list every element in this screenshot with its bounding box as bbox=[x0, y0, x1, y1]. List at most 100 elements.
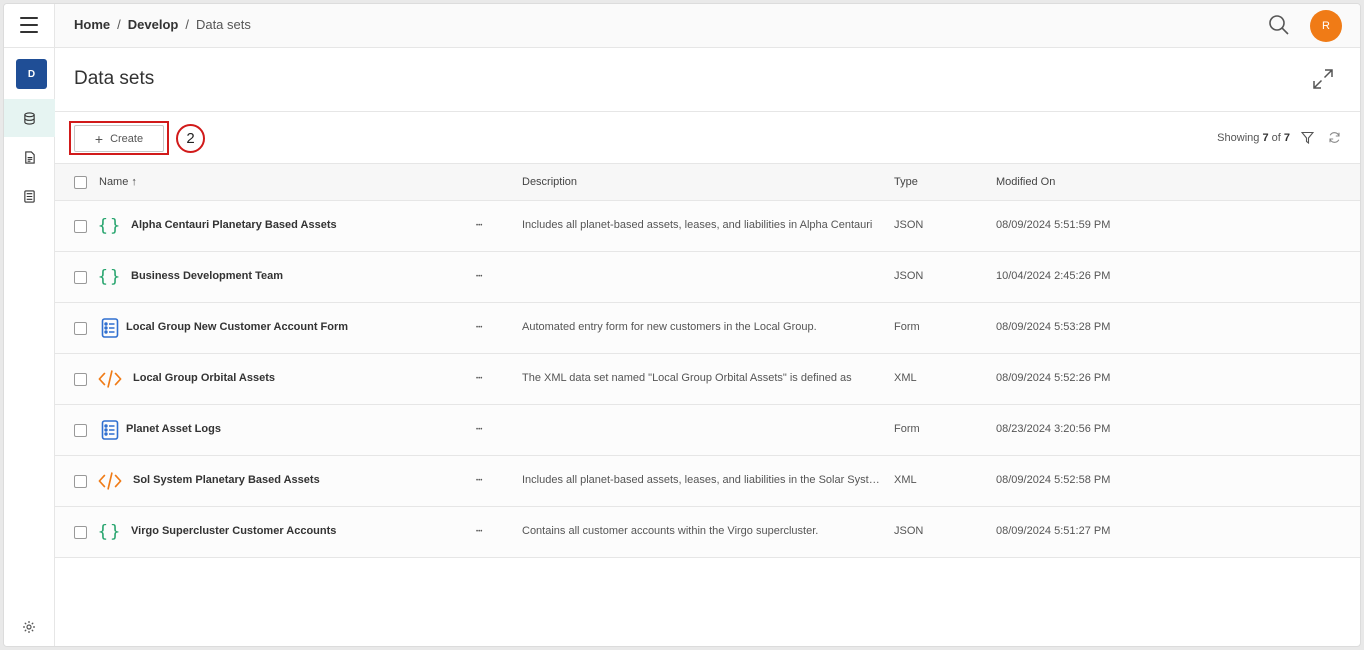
data-set-modified: 08/09/2024 5:53:28 PM bbox=[996, 321, 1111, 333]
data-set-modified: 10/04/2024 2:45:26 PM bbox=[996, 270, 1111, 282]
workspace-badge[interactable]: D bbox=[16, 59, 47, 89]
table-body: {} Alpha Centauri Planetary Based Assets •… bbox=[55, 201, 1360, 558]
data-set-type: JSON bbox=[894, 270, 924, 282]
row-checkbox[interactable] bbox=[74, 271, 87, 284]
sidebar-item-data-sets[interactable] bbox=[4, 99, 55, 137]
data-set-name[interactable]: Virgo Supercluster Customer Accounts bbox=[131, 525, 336, 537]
breadcrumb-current: Data sets bbox=[195, 17, 251, 32]
data-set-name[interactable]: Sol System Planetary Based Assets bbox=[133, 474, 320, 486]
breadcrumb: Home / Develop / Data sets bbox=[74, 17, 251, 32]
more-options-icon[interactable]: ••• bbox=[476, 325, 482, 331]
table-row[interactable]: Sol System Planetary Based Assets ••• Incl… bbox=[55, 456, 1360, 507]
column-header-name[interactable]: Name ↑ bbox=[99, 176, 137, 188]
avatar[interactable]: R bbox=[1310, 10, 1342, 42]
more-options-icon[interactable]: ••• bbox=[476, 274, 482, 280]
type-icon-wrapper: {} bbox=[98, 266, 122, 288]
refresh-icon[interactable] bbox=[1328, 131, 1341, 144]
more-options-icon[interactable]: ••• bbox=[476, 223, 482, 229]
sort-ascending-icon: ↑ bbox=[131, 176, 137, 188]
data-set-description: Includes all planet-based assets, leases… bbox=[522, 474, 882, 486]
sidebar: D bbox=[4, 4, 55, 646]
row-checkbox[interactable] bbox=[74, 526, 87, 539]
data-set-name[interactable]: Alpha Centauri Planetary Based Assets bbox=[131, 219, 337, 231]
type-icon-wrapper bbox=[98, 470, 122, 492]
plus-icon: + bbox=[94, 130, 104, 147]
data-set-name[interactable]: Local Group Orbital Assets bbox=[133, 372, 275, 384]
expand-icon[interactable] bbox=[1312, 68, 1334, 90]
json-icon: {} bbox=[97, 521, 123, 542]
report-icon bbox=[25, 150, 35, 164]
data-set-name[interactable]: Planet Asset Logs bbox=[126, 423, 221, 435]
toolbar: + Create 2 Showing 7 of 7 bbox=[55, 112, 1360, 164]
data-sets-table: Name ↑ Description Type Modified On {} Al… bbox=[55, 164, 1360, 558]
type-icon-wrapper bbox=[98, 317, 122, 339]
more-options-icon[interactable]: ••• bbox=[476, 478, 482, 484]
table-row[interactable]: {} Alpha Centauri Planetary Based Assets •… bbox=[55, 201, 1360, 252]
data-set-name[interactable]: Business Development Team bbox=[131, 270, 283, 282]
data-set-modified: 08/23/2024 3:20:56 PM bbox=[996, 423, 1111, 435]
row-checkbox[interactable] bbox=[74, 322, 87, 335]
xml-icon bbox=[98, 472, 122, 490]
showing-total: 7 bbox=[1283, 132, 1290, 144]
page-title: Data sets bbox=[74, 68, 155, 89]
filter-icon[interactable] bbox=[1301, 131, 1314, 144]
data-set-type: JSON bbox=[894, 525, 924, 537]
data-set-type: XML bbox=[894, 474, 917, 486]
more-options-icon[interactable]: ••• bbox=[476, 376, 482, 382]
settings-icon[interactable] bbox=[22, 620, 36, 634]
table-row[interactable]: Planet Asset Logs ••• Form 08/23/2024 3:20:… bbox=[55, 405, 1360, 456]
data-set-description: Includes all planet-based assets, leases… bbox=[522, 219, 873, 231]
search-icon[interactable] bbox=[1268, 14, 1290, 36]
column-header-modified[interactable]: Modified On bbox=[996, 176, 1055, 188]
showing-of: of bbox=[1271, 132, 1281, 144]
showing-visible: 7 bbox=[1262, 132, 1269, 144]
more-options-icon[interactable]: ••• bbox=[476, 427, 482, 433]
column-header-type[interactable]: Type bbox=[894, 176, 918, 188]
breadcrumb-separator: / bbox=[185, 17, 189, 32]
top-bar: Home / Develop / Data sets R bbox=[55, 4, 1360, 48]
sidebar-item-reports[interactable] bbox=[4, 138, 55, 176]
data-set-type: XML bbox=[894, 372, 917, 384]
create-label: Create bbox=[110, 132, 144, 145]
create-button[interactable]: + Create bbox=[74, 125, 164, 152]
form-icon bbox=[101, 420, 119, 440]
select-all-checkbox[interactable] bbox=[74, 176, 87, 189]
sidebar-divider bbox=[4, 47, 55, 48]
table-row[interactable]: {} Virgo Supercluster Customer Accounts ••… bbox=[55, 507, 1360, 558]
table-row[interactable]: {} Business Development Team ••• JSON 10/04/… bbox=[55, 252, 1360, 303]
column-header-description[interactable]: Description bbox=[522, 176, 577, 188]
data-set-modified: 08/09/2024 5:52:26 PM bbox=[996, 372, 1111, 384]
table-header: Name ↑ Description Type Modified On bbox=[55, 164, 1360, 201]
data-set-description: The XML data set named "Local Group Orbi… bbox=[522, 372, 852, 384]
type-icon-wrapper bbox=[98, 419, 122, 441]
app-window: D Home / Develop / Data sets R Data sets… bbox=[3, 3, 1361, 647]
row-checkbox[interactable] bbox=[74, 424, 87, 437]
title-bar: Data sets bbox=[55, 48, 1360, 112]
sidebar-item-forms[interactable] bbox=[4, 177, 55, 215]
data-set-name[interactable]: Local Group New Customer Account Form bbox=[126, 321, 348, 333]
row-checkbox[interactable] bbox=[74, 373, 87, 386]
data-set-modified: 08/09/2024 5:51:59 PM bbox=[996, 219, 1111, 231]
form-icon bbox=[24, 189, 35, 203]
data-set-description: Contains all customer accounts within th… bbox=[522, 525, 819, 537]
json-icon: {} bbox=[97, 266, 123, 287]
breadcrumb-develop[interactable]: Develop bbox=[128, 17, 179, 32]
type-icon-wrapper bbox=[98, 368, 122, 390]
data-set-modified: 08/09/2024 5:51:27 PM bbox=[996, 525, 1111, 537]
data-set-description: Automated entry form for new customers i… bbox=[522, 321, 817, 333]
form-icon bbox=[101, 318, 119, 338]
showing-prefix: Showing bbox=[1217, 132, 1260, 144]
type-icon-wrapper: {} bbox=[98, 521, 122, 543]
menu-icon[interactable] bbox=[20, 17, 38, 33]
row-checkbox[interactable] bbox=[74, 220, 87, 233]
breadcrumb-home[interactable]: Home bbox=[74, 17, 110, 32]
json-icon: {} bbox=[97, 215, 123, 236]
data-set-type: Form bbox=[894, 423, 920, 435]
data-set-type: JSON bbox=[894, 219, 924, 231]
table-row[interactable]: Local Group New Customer Account Form •••… bbox=[55, 303, 1360, 354]
database-icon bbox=[24, 111, 35, 125]
table-row[interactable]: Local Group Orbital Assets ••• The XML dat… bbox=[55, 354, 1360, 405]
more-options-icon[interactable]: ••• bbox=[476, 529, 482, 535]
xml-icon bbox=[98, 370, 122, 388]
row-checkbox[interactable] bbox=[74, 475, 87, 488]
